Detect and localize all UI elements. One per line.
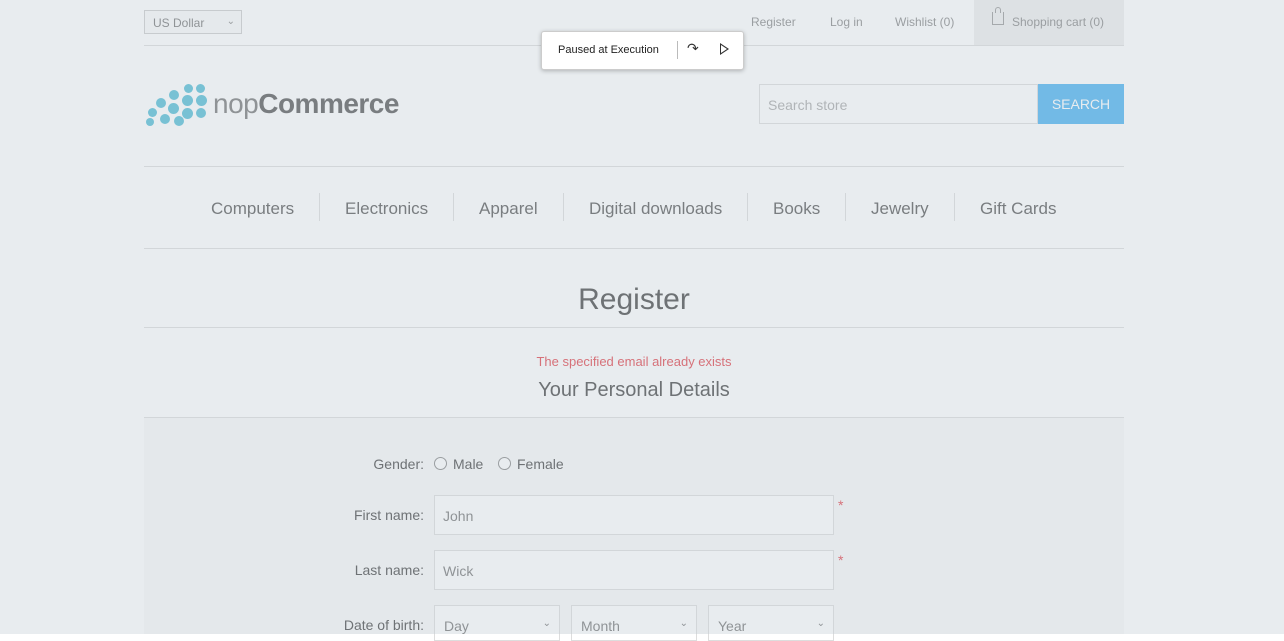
last-name-field[interactable]: Wick bbox=[434, 550, 834, 590]
required-marker: * bbox=[838, 552, 844, 568]
currency-value: US Dollar bbox=[153, 16, 205, 30]
page-title: Register bbox=[578, 283, 690, 316]
step-over-icon[interactable]: ↷ bbox=[687, 40, 699, 57]
login-link[interactable]: Log in bbox=[830, 15, 863, 29]
dob-month-value: Month bbox=[581, 618, 620, 634]
dob-day-value: Day bbox=[444, 618, 469, 634]
register-link[interactable]: Register bbox=[751, 15, 796, 29]
dob-day-select[interactable]: Day ⌄ bbox=[434, 605, 560, 641]
menu-item-gift-cards[interactable]: Gift Cards bbox=[980, 199, 1057, 219]
error-message: The specified email already exists bbox=[536, 354, 732, 369]
menu-item-computers[interactable]: Computers bbox=[211, 199, 294, 219]
store-logo[interactable]: nopCommerce bbox=[146, 84, 399, 128]
shopping-bag-icon bbox=[992, 7, 1004, 25]
gender-label: Gender: bbox=[373, 456, 424, 472]
shopping-cart-label: Shopping cart (0) bbox=[1012, 15, 1105, 29]
required-marker: * bbox=[838, 497, 844, 513]
menu-item-jewelry[interactable]: Jewelry bbox=[871, 199, 929, 219]
currency-selector[interactable]: US Dollar ⌄ bbox=[144, 10, 242, 34]
menu-item-digital-downloads[interactable]: Digital downloads bbox=[589, 199, 722, 219]
menu-item-apparel[interactable]: Apparel bbox=[479, 199, 538, 219]
gender-female-label[interactable]: Female bbox=[517, 456, 564, 472]
first-name-field[interactable]: John bbox=[434, 495, 834, 535]
divider bbox=[677, 41, 678, 59]
debugger-paused-banner: Paused at Execution ↷ bbox=[541, 31, 744, 70]
menu-item-books[interactable]: Books bbox=[773, 199, 820, 219]
dob-month-select[interactable]: Month ⌄ bbox=[571, 605, 697, 641]
date-of-birth-label: Date of birth: bbox=[343, 617, 424, 633]
gender-male-radio[interactable] bbox=[434, 457, 447, 470]
gender-female-radio[interactable] bbox=[498, 457, 511, 470]
search-button[interactable]: SEARCH bbox=[1038, 84, 1124, 124]
dob-year-select[interactable]: Year ⌄ bbox=[708, 605, 834, 641]
resume-icon[interactable] bbox=[720, 43, 729, 55]
gender-male-label[interactable]: Male bbox=[453, 456, 483, 472]
chevron-down-icon: ⌄ bbox=[226, 16, 235, 27]
shopping-cart-link[interactable]: Shopping cart (0) bbox=[974, 0, 1124, 45]
first-name-label: First name: bbox=[353, 507, 424, 523]
chevron-down-icon: ⌄ bbox=[679, 618, 688, 629]
chevron-down-icon: ⌄ bbox=[542, 618, 551, 629]
dob-year-value: Year bbox=[718, 618, 747, 634]
chevron-down-icon: ⌄ bbox=[816, 618, 825, 629]
last-name-label: Last name: bbox=[354, 562, 424, 578]
logo-text: nopCommerce bbox=[213, 88, 399, 119]
page: US Dollar ⌄ Register Log in Wishlist (0)… bbox=[0, 0, 1284, 641]
section-title: Your Personal Details bbox=[538, 379, 730, 401]
wishlist-link[interactable]: Wishlist (0) bbox=[895, 15, 954, 29]
search-input[interactable]: Search store bbox=[759, 84, 1038, 124]
menu-item-electronics[interactable]: Electronics bbox=[345, 199, 428, 219]
debugger-status-label: Paused at Execution bbox=[558, 44, 659, 56]
top-menu: Computers Electronics Apparel Digital do… bbox=[144, 166, 1124, 249]
divider bbox=[144, 327, 1124, 328]
